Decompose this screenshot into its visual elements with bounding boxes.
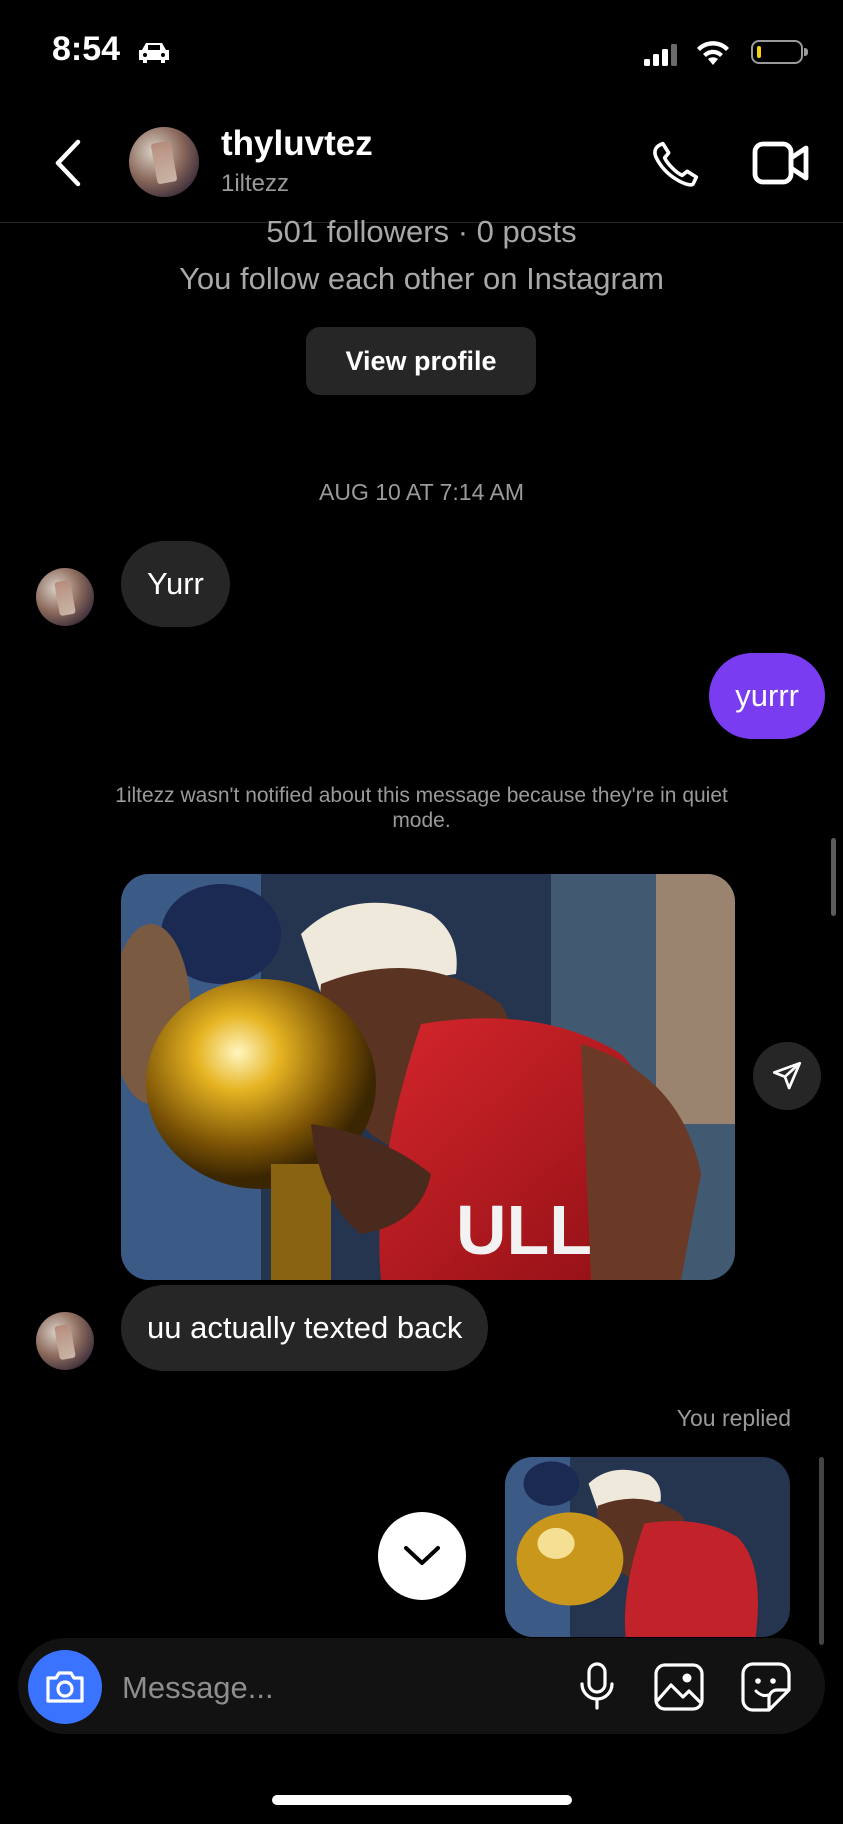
avatar[interactable]: [129, 127, 199, 197]
chat-header: [0, 100, 843, 223]
video-call-icon[interactable]: [752, 138, 810, 188]
scroll-to-bottom-button[interactable]: [378, 1512, 466, 1600]
you-replied-label: You replied: [676, 1405, 791, 1431]
contact-username[interactable]: 1iltezz: [221, 170, 289, 198]
camera-icon: [46, 1671, 84, 1703]
send-icon: [772, 1061, 802, 1090]
mutual-follow-note: You follow each other on Instagram: [179, 261, 664, 296]
contact-name[interactable]: thyluvtez: [221, 124, 373, 164]
profile-stats: 501 followers · 0 posts: [266, 214, 577, 249]
driving-focus-icon: [139, 43, 169, 63]
wifi-icon: [697, 41, 729, 65]
message-timestamp: AUG 10 AT 7:14 AM: [319, 479, 524, 505]
sender-avatar[interactable]: [36, 1312, 94, 1370]
svg-text:ULL: ULL: [456, 1191, 592, 1269]
view-profile-button[interactable]: View profile: [306, 327, 536, 395]
sender-avatar[interactable]: [36, 568, 94, 626]
received-message[interactable]: uu actually texted back: [121, 1285, 489, 1371]
microphone-icon[interactable]: [578, 1662, 616, 1712]
cellular-signal-icon: [644, 44, 677, 66]
camera-button[interactable]: [28, 1650, 102, 1724]
sticker-icon[interactable]: [740, 1661, 792, 1713]
scrollbar-thumb[interactable]: [831, 838, 836, 916]
quiet-mode-notice: 1iltezz wasn't notified about this messa…: [115, 784, 728, 832]
home-indicator[interactable]: [272, 1795, 572, 1805]
chevron-down-icon: [404, 1546, 440, 1565]
reply-photo[interactable]: [505, 1457, 790, 1637]
phone-call-icon[interactable]: [648, 138, 702, 192]
shared-photo[interactable]: ULL: [121, 874, 735, 1280]
share-photo-button[interactable]: [753, 1042, 821, 1110]
gallery-icon[interactable]: [654, 1663, 704, 1711]
message-input[interactable]: [120, 1662, 544, 1714]
back-arrow-icon[interactable]: [50, 138, 84, 188]
reply-scrollbar[interactable]: [819, 1457, 824, 1645]
sent-message[interactable]: yurrr: [709, 653, 825, 739]
received-message[interactable]: Yurr: [121, 541, 230, 627]
status-time: 8:54: [52, 30, 121, 68]
battery-icon: [751, 40, 808, 64]
